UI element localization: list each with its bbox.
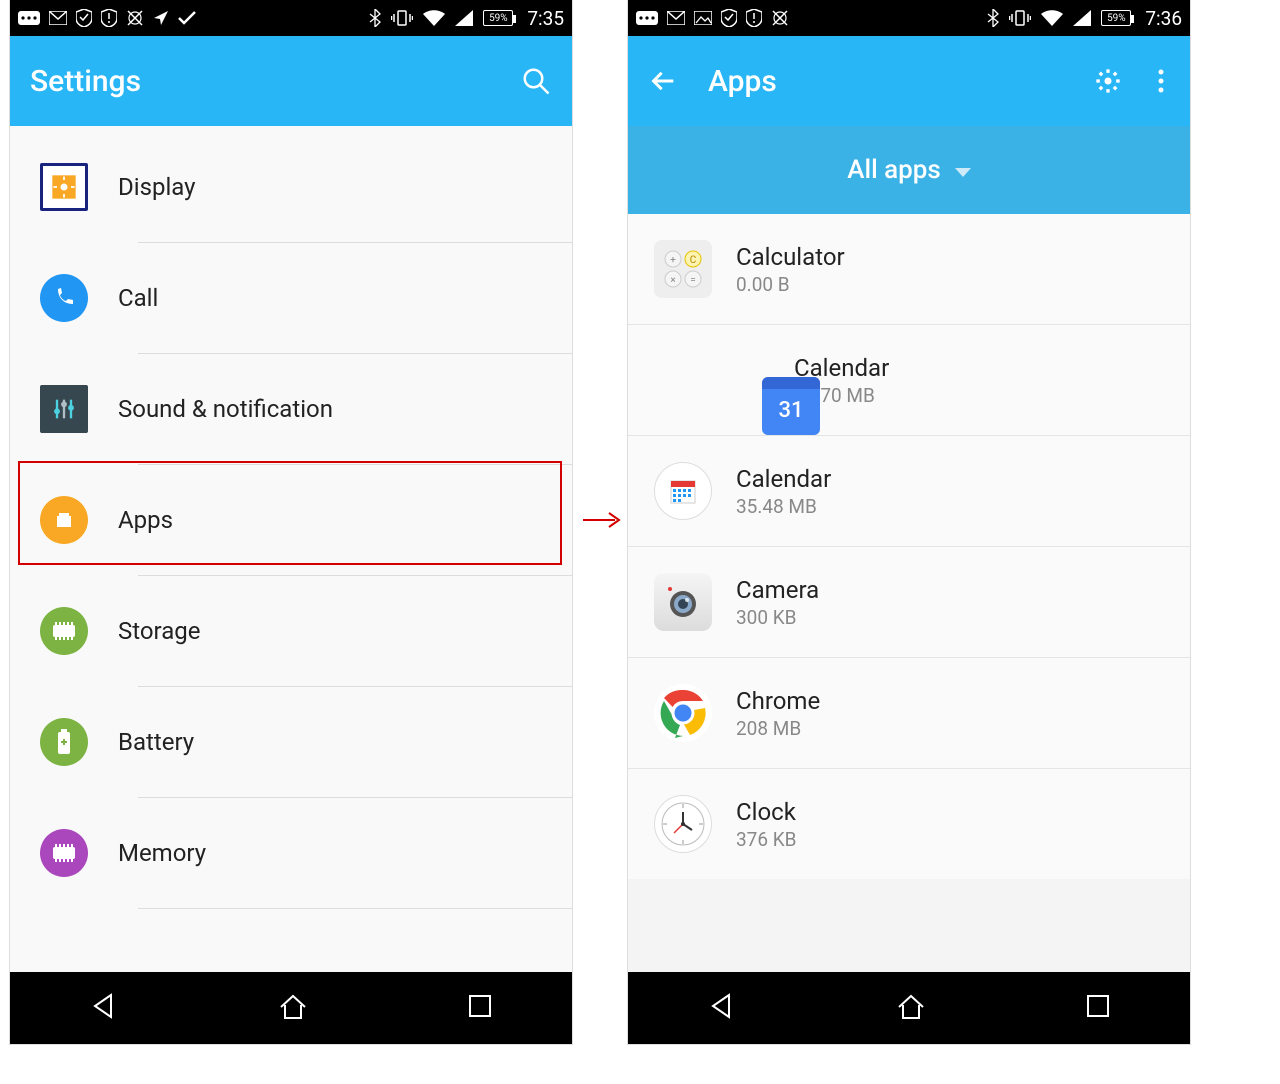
- filter-dropdown[interactable]: All apps: [628, 126, 1190, 214]
- vibrate-icon: [1009, 9, 1031, 27]
- chevron-down-icon: [955, 155, 971, 185]
- app-size: 376 KB: [736, 828, 797, 851]
- settings-item-battery[interactable]: Battery: [10, 687, 572, 797]
- recents-button[interactable]: [1085, 993, 1111, 1023]
- settings-item-label: Call: [118, 284, 158, 312]
- annotation-arrow-icon: [581, 508, 621, 532]
- gmail-icon: [49, 11, 67, 25]
- wifi-icon: [1041, 10, 1063, 26]
- settings-screen: 59% 7:35 Settings Display Call: [10, 0, 572, 1044]
- filter-label: All apps: [847, 155, 941, 185]
- svg-text:+: +: [670, 255, 676, 266]
- settings-item-memory[interactable]: Memory: [10, 798, 572, 908]
- app-name: Calendar: [736, 465, 831, 493]
- battery-icon: [40, 718, 88, 766]
- app-item-calculator[interactable]: + C × = Calculator 0.00 B: [628, 214, 1190, 324]
- app-bar: Settings: [10, 36, 572, 126]
- more-icon: [18, 11, 40, 25]
- storage-icon: [40, 607, 88, 655]
- app-name: Calculator: [736, 243, 845, 271]
- app-name: Clock: [736, 798, 797, 826]
- app-bar: Apps: [628, 36, 1190, 126]
- app-item-calendar-google[interactable]: 31 Calendar 46.70 MB: [628, 325, 1190, 435]
- app-size: 300 KB: [736, 606, 819, 629]
- app-size: 208 MB: [736, 717, 820, 740]
- call-icon: [40, 274, 88, 322]
- navigation-bar: [628, 972, 1190, 1044]
- app-item-clock[interactable]: Clock 376 KB: [628, 769, 1190, 879]
- navigation-bar: [10, 972, 572, 1044]
- image-icon: [694, 11, 712, 25]
- search-button[interactable]: [520, 65, 552, 97]
- back-button[interactable]: [707, 991, 737, 1025]
- signal-icon: [1073, 10, 1091, 26]
- apps-list: + C × = Calculator 0.00 B 31 Calendar 46.70…: [628, 214, 1190, 879]
- recents-button[interactable]: [467, 993, 493, 1023]
- settings-list: Display Call Sound & notification Apps: [10, 126, 572, 972]
- app-name: Camera: [736, 576, 819, 604]
- location-icon: [153, 10, 169, 26]
- svg-text:×: ×: [670, 275, 675, 286]
- wifi-icon: [423, 10, 445, 26]
- settings-item-storage[interactable]: Storage: [10, 576, 572, 686]
- shield-alert-icon: [746, 9, 762, 27]
- clock-icon: [654, 795, 712, 853]
- clock-text: 7:36: [1145, 7, 1182, 30]
- app-size: 35.48 MB: [736, 495, 831, 518]
- back-button[interactable]: [89, 991, 119, 1025]
- display-icon: [40, 163, 88, 211]
- app-item-calendar-stock[interactable]: Calendar 35.48 MB: [628, 436, 1190, 546]
- sound-icon: [40, 385, 88, 433]
- shield-alert-icon: [101, 9, 117, 27]
- bluetooth-icon: [987, 9, 999, 27]
- settings-item-sound[interactable]: Sound & notification: [10, 354, 572, 464]
- app-name: Chrome: [736, 687, 820, 715]
- sync-off-icon: [771, 9, 789, 27]
- clock-text: 7:35: [527, 7, 564, 30]
- back-button[interactable]: [648, 65, 680, 97]
- overflow-menu-button[interactable]: [1152, 65, 1170, 97]
- app-item-camera[interactable]: Camera 300 KB: [628, 547, 1190, 657]
- vibrate-icon: [391, 9, 413, 27]
- settings-item-label: Battery: [118, 728, 194, 756]
- check-icon: [178, 11, 196, 25]
- settings-item-label: Display: [118, 173, 196, 201]
- app-size: 0.00 B: [736, 273, 845, 296]
- settings-item-label: Storage: [118, 617, 200, 645]
- signal-icon: [455, 10, 473, 26]
- sync-off-icon: [126, 9, 144, 27]
- settings-item-call[interactable]: Call: [10, 243, 572, 353]
- more-icon: [636, 11, 658, 25]
- settings-item-display[interactable]: Display: [10, 132, 572, 242]
- calculator-icon: + C × =: [654, 240, 712, 298]
- svg-text:=: =: [690, 275, 696, 286]
- apps-screen: 59% 7:36 Apps All apps + C × = Calculator 0…: [628, 0, 1190, 1044]
- battery-icon: 59%: [483, 10, 513, 26]
- home-button[interactable]: [277, 991, 309, 1025]
- shield-check-icon: [721, 9, 737, 27]
- settings-item-label: Sound & notification: [118, 395, 333, 423]
- bluetooth-icon: [369, 9, 381, 27]
- shield-check-icon: [76, 9, 92, 27]
- calendar-icon: [654, 462, 712, 520]
- app-item-chrome[interactable]: Chrome 208 MB: [628, 658, 1190, 768]
- annotation-highlight-box: [18, 461, 562, 565]
- gmail-icon: [667, 11, 685, 25]
- svg-text:C: C: [690, 255, 697, 266]
- page-title: Apps: [708, 64, 1064, 99]
- status-bar: 59% 7:36: [628, 0, 1190, 36]
- memory-icon: [40, 829, 88, 877]
- home-button[interactable]: [895, 991, 927, 1025]
- status-bar: 59% 7:35: [10, 0, 572, 36]
- camera-icon: [654, 573, 712, 631]
- settings-button[interactable]: [1092, 65, 1124, 97]
- battery-icon: 59%: [1101, 10, 1131, 26]
- google-calendar-icon: 31: [762, 377, 820, 435]
- page-title: Settings: [30, 64, 492, 99]
- settings-item-label: Memory: [118, 839, 206, 867]
- chrome-icon: [654, 684, 712, 742]
